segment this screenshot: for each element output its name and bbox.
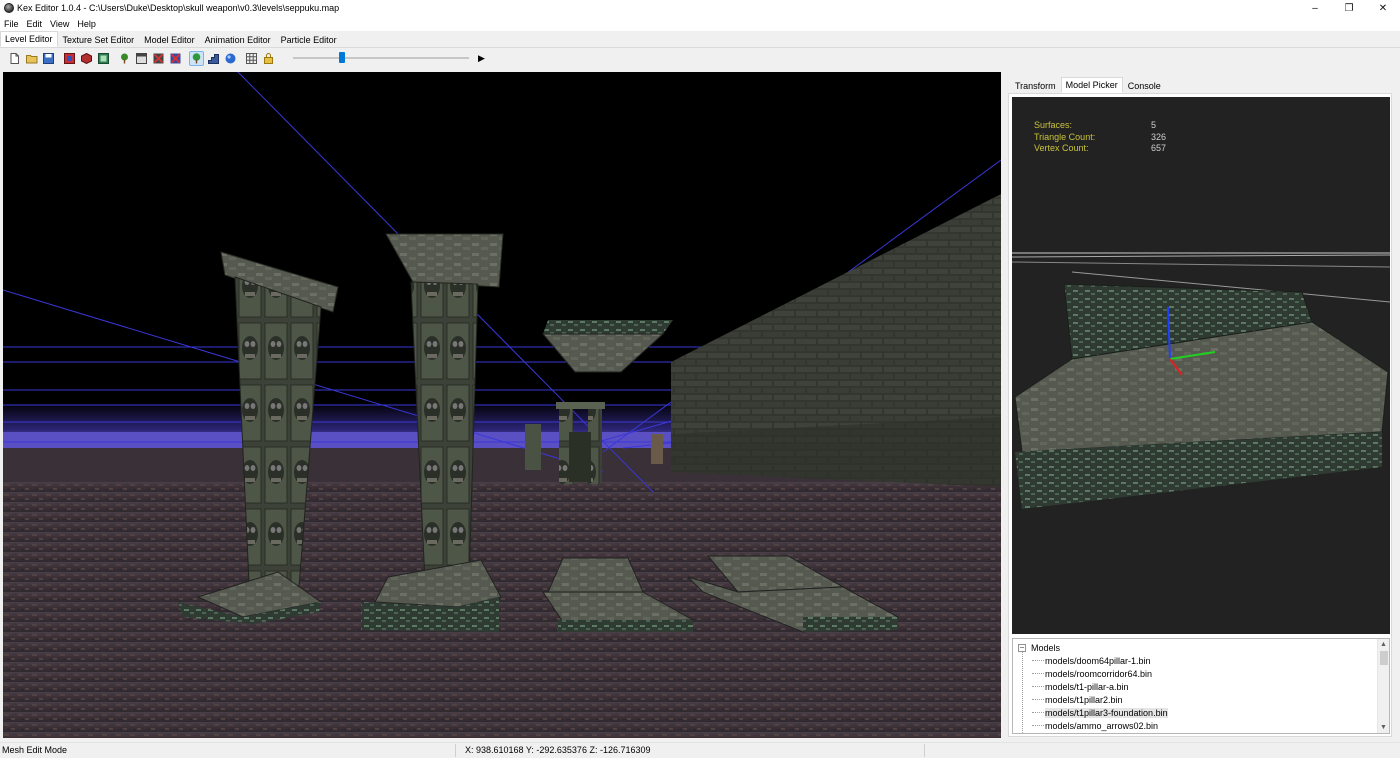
- stairs-icon[interactable]: [207, 52, 220, 65]
- tree-item-label: models/doom64pillar-1.bin: [1045, 655, 1151, 666]
- stat-vertex-count: Vertex Count: 657: [1034, 143, 1166, 155]
- right-panel-tabs: Transform Model Picker Console: [1010, 77, 1166, 93]
- app-icon: [4, 3, 14, 13]
- model-preview[interactable]: Surfaces: 5 Triangle Count: 326 Vertex C…: [1012, 97, 1390, 634]
- new-file-icon[interactable]: [8, 52, 21, 65]
- tab-transform[interactable]: Transform: [1010, 78, 1061, 93]
- status-separator: [455, 744, 456, 757]
- tree-items: models/doom64pillar-1.bin models/roomcor…: [1032, 654, 1168, 732]
- editor-tab-bar: Level Editor Texture Set Editor Model Ed…: [0, 31, 1400, 48]
- delete-blue-icon[interactable]: [169, 52, 182, 65]
- tree-guide-line: [1022, 652, 1023, 733]
- tab-model-editor[interactable]: Model Editor: [139, 32, 200, 47]
- delete-red-icon[interactable]: [152, 52, 165, 65]
- scroll-up-icon[interactable]: ▲: [1378, 639, 1389, 650]
- tree-connector: [1032, 699, 1044, 700]
- image-icon[interactable]: [97, 52, 110, 65]
- lock-icon[interactable]: [262, 52, 275, 65]
- tree-item-selected[interactable]: models/t1pillar3-foundation.bin: [1032, 706, 1168, 719]
- tree-connector: [1032, 712, 1044, 713]
- tab-texture-set-editor[interactable]: Texture Set Editor: [58, 32, 140, 47]
- tree-item[interactable]: models/ammo_arrows02.bin: [1032, 719, 1168, 732]
- stat-label: Triangle Count:: [1034, 131, 1096, 142]
- status-mode: Mesh Edit Mode: [2, 745, 68, 755]
- tree-connector: [1032, 660, 1044, 661]
- level-viewport[interactable]: [3, 72, 1001, 738]
- stat-triangle-count: Triangle Count: 326: [1034, 132, 1166, 144]
- title-bar: Kex Editor 1.0.4 - C:\Users\Duke\Desktop…: [0, 0, 1400, 16]
- tab-level-editor[interactable]: Level Editor: [0, 31, 58, 47]
- tree-root-label: Models: [1031, 642, 1061, 653]
- stat-value: 326: [1151, 131, 1167, 142]
- tree-connector: [1032, 725, 1044, 726]
- tree-icon[interactable]: [118, 52, 131, 65]
- stat-label: Vertex Count:: [1034, 143, 1089, 153]
- stat-value: 657: [1151, 143, 1167, 153]
- grid-icon[interactable]: [245, 52, 258, 65]
- tree-item-label: models/roomcorridor64.bin: [1045, 668, 1153, 679]
- right-panel: Transform Model Picker Console Surfaces:: [1008, 75, 1392, 737]
- save-icon[interactable]: [42, 52, 55, 65]
- menu-help[interactable]: Help: [73, 19, 100, 29]
- map-icon[interactable]: [63, 52, 76, 65]
- models-tree: − Models models/doom64pillar-1.bin model…: [1012, 638, 1390, 734]
- close-button[interactable]: ✕: [1366, 0, 1400, 16]
- stat-value: 5: [1151, 120, 1157, 130]
- timeline-slider[interactable]: [293, 51, 469, 65]
- tree-green-icon[interactable]: [189, 50, 204, 66]
- tree-item[interactable]: models/t1-pillar-a.bin: [1032, 680, 1168, 693]
- tab-animation-editor[interactable]: Animation Editor: [200, 32, 276, 47]
- tab-particle-editor[interactable]: Particle Editor: [276, 32, 342, 47]
- tree-connector: [1032, 673, 1044, 674]
- toolbar: ▶: [0, 49, 1400, 67]
- window-icon[interactable]: [135, 52, 148, 65]
- scroll-thumb[interactable]: [1380, 651, 1388, 665]
- tab-model-picker[interactable]: Model Picker: [1060, 77, 1123, 93]
- menu-view[interactable]: View: [46, 19, 73, 29]
- tree-root-models[interactable]: − Models: [1018, 641, 1060, 654]
- menu-bar: File Edit View Help: [0, 16, 1400, 31]
- viewport-scene: [3, 72, 1001, 738]
- stat-surfaces: Surfaces: 5: [1034, 120, 1166, 132]
- status-coordinates: X: 938.610168 Y: -292.635376 Z: -126.716…: [465, 745, 651, 755]
- collapse-icon[interactable]: −: [1018, 643, 1026, 652]
- tree-item[interactable]: models/roomcorridor64.bin: [1032, 667, 1168, 680]
- restore-button[interactable]: ❐: [1332, 0, 1366, 16]
- model-picker-panel: Surfaces: 5 Triangle Count: 326 Vertex C…: [1008, 93, 1392, 737]
- tree-item[interactable]: models/doom64pillar-1.bin: [1032, 654, 1168, 667]
- menu-file[interactable]: File: [0, 19, 23, 29]
- open-folder-icon[interactable]: [25, 52, 38, 65]
- tree-item-label: models/t1pillar2.bin: [1045, 694, 1123, 705]
- menu-edit[interactable]: Edit: [23, 19, 47, 29]
- scroll-down-icon[interactable]: ▼: [1378, 722, 1389, 733]
- play-button[interactable]: ▶: [478, 53, 485, 64]
- stat-label: Surfaces:: [1034, 120, 1073, 130]
- slider-thumb[interactable]: [339, 52, 345, 63]
- sphere-icon[interactable]: [224, 52, 237, 65]
- cube-icon[interactable]: [80, 52, 93, 65]
- status-separator: [924, 744, 925, 757]
- model-stats: Surfaces: 5 Triangle Count: 326 Vertex C…: [1034, 120, 1166, 155]
- slider-track: [293, 57, 469, 59]
- tree-scrollbar[interactable]: ▲ ▼: [1377, 639, 1389, 733]
- tree-item-label: models/t1pillar3-foundation.bin: [1045, 707, 1168, 718]
- tree-item-label: models/ammo_arrows02.bin: [1045, 720, 1159, 731]
- tree-connector: [1032, 686, 1044, 687]
- minimize-button[interactable]: –: [1298, 0, 1332, 16]
- tree-item-label: models/t1-pillar-a.bin: [1045, 681, 1129, 692]
- status-bar: Mesh Edit Mode X: 938.610168 Y: -292.635…: [0, 742, 1400, 758]
- window-title: Kex Editor 1.0.4 - C:\Users\Duke\Desktop…: [17, 3, 340, 13]
- tab-console[interactable]: Console: [1123, 78, 1166, 93]
- model-preview-scene: [1012, 97, 1390, 634]
- window-controls: – ❐ ✕: [1298, 0, 1400, 16]
- tree-item[interactable]: models/t1pillar2.bin: [1032, 693, 1168, 706]
